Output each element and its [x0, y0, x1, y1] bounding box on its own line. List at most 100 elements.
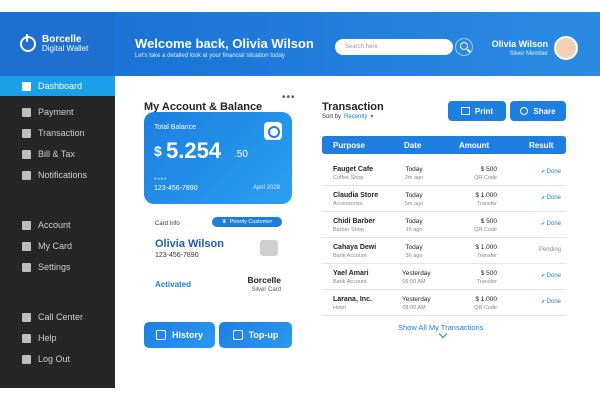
sidebar-item-label: Log Out [38, 354, 71, 364]
transaction-date: Today [405, 166, 423, 173]
transaction-name: Yael Amari [333, 270, 369, 277]
transaction-method: QR Code [474, 305, 497, 311]
transaction-time: 1h ago [405, 227, 423, 233]
transaction-time: 09:00 AM [402, 279, 426, 285]
card-status: Activated [155, 280, 192, 289]
history-button[interactable]: History [144, 322, 215, 348]
transaction-icon [22, 128, 31, 138]
transaction-method: Transfer [476, 253, 497, 259]
user-name: Olivia Wilson [491, 39, 548, 49]
card-masked: **** [154, 178, 168, 184]
priority-badge-label: Priority Customer [229, 219, 273, 225]
transaction-category: Bank Account [333, 253, 367, 259]
headset-icon [22, 312, 31, 322]
grid-icon [22, 81, 31, 91]
card-holder-name: Olivia Wilson [155, 238, 224, 250]
transaction-time: 2m ago [404, 175, 424, 181]
share-button[interactable]: Share [510, 101, 566, 121]
welcome-title: Welcome back, Olivia Wilson [135, 36, 314, 51]
transaction-result-label: Done [546, 273, 561, 279]
table-row[interactable]: Chidi Barber Barber Shop Today 1h ago $ 500 Q… [322, 212, 566, 238]
table-row[interactable]: Fauget Cafe Coffee Shop Today 2m ago $ 500 QR… [322, 160, 566, 186]
sidebar-item-account[interactable]: Account [0, 215, 115, 235]
bell-icon [22, 170, 31, 180]
sidebar-item-settings[interactable]: Settings [0, 257, 115, 277]
table-row[interactable]: Cahaya Dewi Bank Account Today 3h ago $ 1.00… [322, 238, 566, 264]
topup-button[interactable]: Top-up [219, 322, 292, 348]
more-options-icon[interactable]: ••• [282, 92, 296, 103]
transaction-result: ✔ Done [527, 221, 561, 227]
table-row[interactable]: Larana, Inc. Hotel Yesterday 08:00 AM $ 1.00… [322, 290, 566, 316]
transaction-amount: $ 500 [480, 270, 497, 277]
balance-amount: 5.254 [166, 138, 222, 163]
priority-badge: ♛ Priority Customer [212, 217, 282, 227]
wallet-logo-icon [264, 122, 282, 140]
sidebar-item-label: Account [38, 220, 71, 230]
column-amount: Amount [459, 141, 490, 150]
balance-card: Total Balance $ 5.254 .50 **** 123-456-7… [144, 112, 292, 204]
search-input[interactable]: Search here [335, 39, 453, 55]
sidebar-item-bill-tax[interactable]: Bill & Tax [0, 144, 115, 164]
card-chip-icon [260, 240, 278, 256]
sidebar-item-my-card[interactable]: My Card [0, 236, 115, 256]
sort-value: Recently [344, 114, 368, 120]
search-placeholder: Search here [345, 44, 378, 50]
table-row[interactable]: Yael Amari Bank Account Yesterday 09:00 AM $… [322, 264, 566, 290]
transaction-method: QR Code [474, 227, 497, 233]
search-button[interactable] [455, 38, 473, 56]
transaction-category: Barber Shop [333, 227, 364, 233]
card-info-label: Card Info [155, 221, 180, 227]
caret-down-icon: ▾ [370, 114, 374, 120]
transaction-time: 5m ago [404, 201, 424, 207]
transaction-category: Bank Account [333, 279, 367, 285]
transaction-date: Today [405, 218, 423, 225]
user-icon [22, 220, 31, 230]
sidebar-item-dashboard[interactable]: Dashboard [0, 76, 115, 96]
sidebar-item-transaction[interactable]: Transaction [0, 123, 115, 143]
print-button[interactable]: Print [448, 101, 506, 121]
sidebar-item-payment[interactable]: Payment [0, 102, 115, 122]
transaction-date: Yesterday [402, 296, 431, 303]
transaction-category: Coffee Shop [333, 175, 364, 181]
brand-tagline: Digital Wallet [42, 44, 89, 53]
balance-label: Total Balance [154, 124, 197, 131]
card-icon [22, 241, 31, 251]
user-role: Silver Member [509, 51, 548, 57]
sort-label: Sort by [322, 114, 342, 120]
transaction-result-label: Done [546, 169, 561, 175]
card-number: 123-456-7890 [154, 185, 198, 192]
transaction-time: 3h ago [405, 253, 423, 259]
transaction-name: Claudia Store [333, 192, 379, 199]
table-row[interactable]: Claudia Store Accessories Today 5m ago $ 1.0… [322, 186, 566, 212]
sidebar-item-log-out[interactable]: Log Out [0, 349, 115, 369]
sidebar-item-label: Call Center [38, 312, 84, 322]
welcome-subtitle: Let's take a detailed look at your finan… [135, 53, 285, 59]
print-icon [460, 107, 470, 115]
transaction-result-label: Done [546, 299, 561, 305]
payment-icon [22, 107, 31, 117]
brand[interactable]: Borcelle Digital Wallet [0, 12, 115, 76]
transaction-name: Fauget Cafe [333, 166, 374, 173]
transaction-result: Pending [527, 247, 561, 253]
transaction-date: Yesterday [402, 270, 431, 277]
transaction-method: QR Code [474, 175, 497, 181]
transactions-title: Transaction [322, 101, 384, 113]
transaction-date: Today [405, 192, 423, 199]
sidebar-item-label: Help [38, 333, 57, 343]
sidebar-item-label: Bill & Tax [38, 149, 75, 159]
transaction-result-label: Done [546, 195, 561, 201]
balance-currency: $ [154, 143, 162, 159]
sidebar-item-label: My Card [38, 241, 73, 251]
sidebar-item-notifications[interactable]: Notifications [0, 165, 115, 185]
sort-control[interactable]: Sort by Recently ▾ [322, 113, 373, 120]
avatar[interactable] [554, 36, 578, 60]
column-purpose: Purpose [333, 141, 366, 150]
transaction-result: ✔ Done [527, 195, 561, 201]
sidebar-item-help[interactable]: Help [0, 328, 115, 348]
wallet-logo-icon [20, 34, 36, 52]
transaction-category: Accessories [333, 201, 363, 207]
transaction-category: Hotel [333, 305, 346, 311]
help-icon [22, 333, 31, 343]
history-icon [155, 330, 166, 340]
sidebar-item-call-center[interactable]: Call Center [0, 307, 115, 327]
